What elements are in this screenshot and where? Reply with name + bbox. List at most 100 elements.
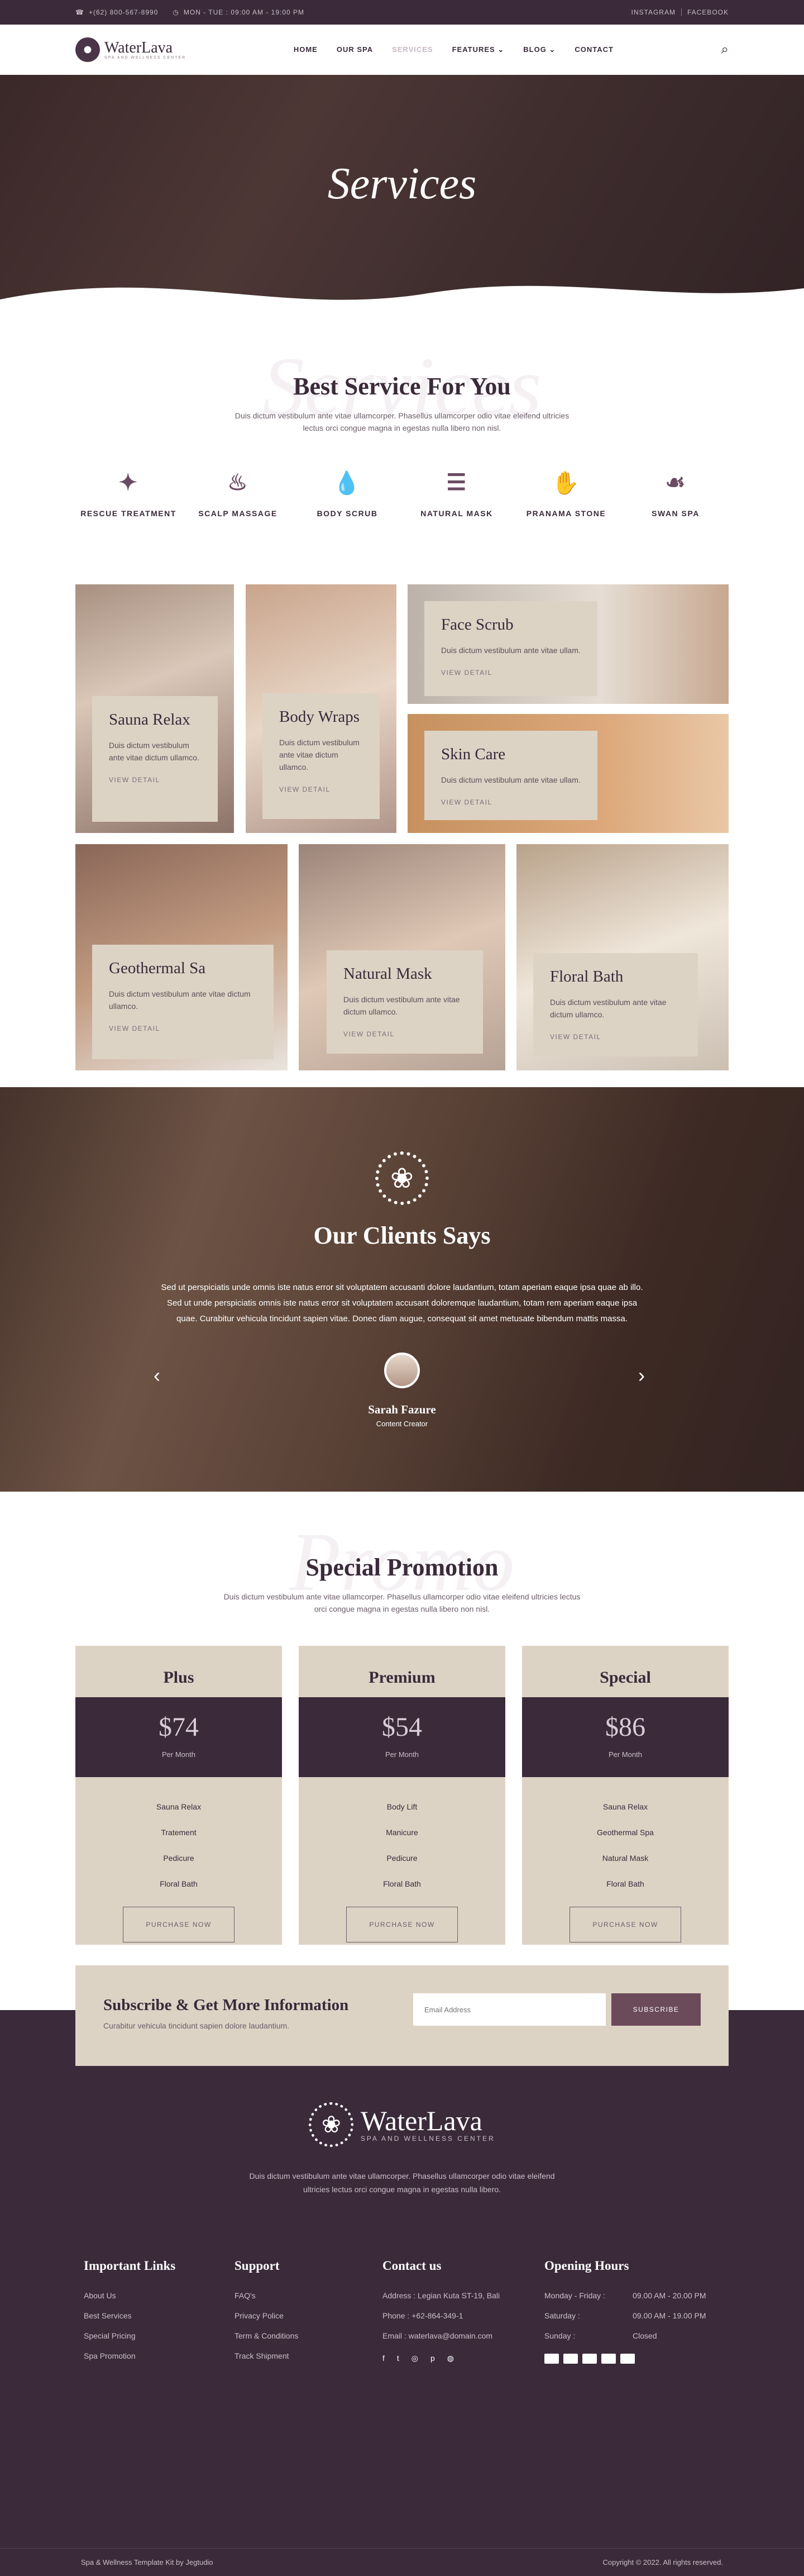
facebook-link[interactable]: FACEBOOK — [682, 8, 729, 16]
view-detail-link[interactable]: VIEW DETAIL — [441, 798, 581, 806]
lotus-emblem-icon: ❀ — [0, 1151, 804, 1205]
important-links: Important Links About Us Best Services Spe… — [84, 2259, 234, 2366]
view-detail-link[interactable]: VIEW DETAIL — [279, 785, 363, 793]
hero-title: Services — [327, 159, 477, 208]
services-subtitle-line1: Duis dictum vestibulum ante vitae ullamc… — [234, 411, 570, 420]
nav-contact[interactable]: CONTACT — [575, 45, 614, 54]
hand-drop-icon: ☙ — [665, 470, 686, 495]
footer-link[interactable]: Special Pricing — [84, 2326, 234, 2346]
column-title: Important Links — [84, 2259, 176, 2273]
card-icon — [563, 2354, 578, 2364]
card-face-scrub[interactable]: Face Scrub Duis dictum vestibulum ante vi… — [408, 584, 729, 704]
plan-price: $54 — [382, 1712, 422, 1742]
promotion-section: Promo Special Promotion Duis dictum vest… — [0, 1492, 804, 2010]
plan-feature: Manicure — [386, 1828, 418, 1837]
wave-divider — [0, 285, 804, 316]
dribbble-icon[interactable]: ◍ — [447, 2354, 454, 2363]
service-scalp-massage[interactable]: ♨ SCALP MASSAGE — [185, 468, 291, 518]
plan-feature: Sauna Relax — [602, 1802, 648, 1811]
promo-subtitle-line2: orci congue magna in egestas nulla liber… — [314, 1604, 490, 1613]
quote-line1: Sed ut perspiciatis unde omnis iste natu… — [161, 1283, 643, 1292]
testimonials-section: ❀ Our Clients Says Sed ut perspiciatis u… — [0, 1087, 804, 1492]
card-text: Duis dictum vestibulum ante vitae dictum… — [279, 738, 360, 772]
footer-link[interactable]: FAQ's — [234, 2285, 382, 2306]
footer-link[interactable]: Track Shipment — [234, 2346, 382, 2366]
hours-day: Saturday : — [544, 2311, 580, 2320]
plan-feature: Floral Bath — [160, 1879, 198, 1888]
card-skin-care[interactable]: Skin Care Duis dictum vestibulum ante vit… — [408, 714, 729, 833]
phone-text: +(62) 800-567-8990 — [88, 8, 159, 16]
phone-text: Phone : +62-864-349-1 — [382, 2311, 463, 2320]
purchase-button[interactable]: PURCHASE NOW — [123, 1907, 234, 1942]
service-label: PRANAMA STONE — [526, 509, 606, 518]
about-line2: ultricies lectus orci congue magna in eg… — [303, 2185, 501, 2194]
search-icon[interactable]: ⌕ — [721, 42, 729, 58]
footer-logo[interactable]: ❀ WaterLava SPA AND WELLNESS CENTER — [0, 2102, 804, 2147]
instagram-icon[interactable]: ◎ — [411, 2354, 418, 2363]
pinterest-icon[interactable]: p — [430, 2354, 435, 2363]
card-text: Duis dictum vestibulum ante vitae dictum… — [109, 989, 251, 1011]
testimonial-quote: Sed ut perspiciatis unde omnis iste natu… — [0, 1280, 804, 1327]
hours-row: Sunday : Closed — [544, 2326, 729, 2346]
service-natural-mask[interactable]: ☰ NATURAL MASK — [404, 468, 510, 518]
view-detail-link[interactable]: VIEW DETAIL — [109, 776, 201, 784]
twitter-icon[interactable]: t — [397, 2354, 399, 2363]
card-floral-bath[interactable]: Floral Bath Duis dictum vestibulum ante v… — [516, 844, 729, 1070]
card-geothermal[interactable]: Geothermal Sa Duis dictum vestibulum ante… — [75, 844, 288, 1070]
main-nav: WaterLava SPA AND WELLNESS CENTER HOME OU… — [0, 25, 804, 75]
email-input[interactable] — [413, 1993, 606, 2026]
view-detail-link[interactable]: VIEW DETAIL — [109, 1025, 257, 1032]
service-rescue-treatment[interactable]: ✦ RESCUE TREATMENT — [75, 468, 181, 518]
card-body-wraps[interactable]: Body Wraps Duis dictum vestibulum ante vi… — [246, 584, 396, 833]
card-icon — [544, 2354, 559, 2364]
brand-logo[interactable]: WaterLava SPA AND WELLNESS CENTER — [75, 37, 186, 62]
nav-features[interactable]: FEATURES ⌄ — [452, 45, 505, 54]
plan-feature: Body Lift — [386, 1802, 418, 1811]
nav-our-spa[interactable]: OUR SPA — [337, 45, 373, 54]
nav-services[interactable]: SERVICES — [392, 45, 433, 54]
card-title: Natural Mask — [343, 965, 432, 983]
service-pranama-stone[interactable]: ✋ PRANAMA STONE — [513, 468, 619, 518]
column-title: Support — [234, 2259, 280, 2273]
instagram-link[interactable]: INSTAGRAM — [626, 8, 682, 16]
view-detail-link[interactable]: VIEW DETAIL — [343, 1030, 466, 1038]
subscribe-button[interactable]: SUBSCRIBE — [611, 1993, 701, 2026]
card-text: Duis dictum vestibulum ante vitae dictum… — [109, 741, 199, 762]
card-icon — [601, 2354, 616, 2364]
card-natural-mask[interactable]: Natural Mask Duis dictum vestibulum ante … — [299, 844, 505, 1070]
nav-blog-label: BLOG — [523, 45, 547, 54]
promo-title: Special Promotion — [305, 1554, 499, 1581]
purchase-button[interactable]: PURCHASE NOW — [346, 1907, 458, 1942]
footer-link[interactable]: Best Services — [84, 2306, 234, 2326]
view-detail-link[interactable]: VIEW DETAIL — [441, 669, 581, 677]
quote-line2: Sed ut unde perspiciatis omnis iste natu… — [166, 1298, 638, 1308]
card-icon — [620, 2354, 635, 2364]
services-subtitle: Duis dictum vestibulum ante vitae ullamc… — [0, 410, 804, 434]
nav-blog[interactable]: BLOG ⌄ — [523, 45, 556, 54]
promo-subtitle: Duis dictum vestibulum ante vitae ullamc… — [0, 1591, 804, 1615]
card-title: Floral Bath — [550, 968, 624, 985]
service-body-scrub[interactable]: 💧 BODY SCRUB — [294, 468, 400, 518]
plan-price: $86 — [605, 1712, 645, 1742]
card-title: Body Wraps — [279, 708, 360, 726]
brand-name: WaterLava — [104, 39, 173, 56]
footer-link[interactable]: About Us — [84, 2285, 234, 2306]
credit-text: Spa & Wellness Template Kit by Jegtudio — [81, 2558, 213, 2567]
nav-home[interactable]: HOME — [294, 45, 318, 54]
service-label: NATURAL MASK — [420, 509, 493, 518]
facebook-icon[interactable]: f — [382, 2354, 385, 2363]
hero-banner: Services — [0, 75, 804, 316]
plan-feature: Geothermal Spa — [597, 1828, 654, 1837]
plan-feature: Pedicure — [386, 1854, 418, 1863]
footer-link[interactable]: Privacy Police — [234, 2306, 382, 2326]
bottle-icon: ♨ — [227, 470, 248, 495]
view-detail-link[interactable]: VIEW DETAIL — [550, 1033, 681, 1041]
purchase-button[interactable]: PURCHASE NOW — [570, 1907, 681, 1942]
services-subtitle-line2: lectus orci congue magna in egestas null… — [303, 423, 501, 432]
hours-day: Monday - Friday : — [544, 2291, 605, 2300]
hours-time: 09.00 AM - 19.00 PM — [633, 2311, 706, 2320]
footer-link[interactable]: Spa Promotion — [84, 2346, 234, 2366]
card-sauna-relax[interactable]: Sauna Relax Duis dictum vestibulum ante v… — [75, 584, 234, 833]
footer-link[interactable]: Term & Conditions — [234, 2326, 382, 2346]
service-swan-spa[interactable]: ☙ SWAN SPA — [623, 468, 729, 518]
